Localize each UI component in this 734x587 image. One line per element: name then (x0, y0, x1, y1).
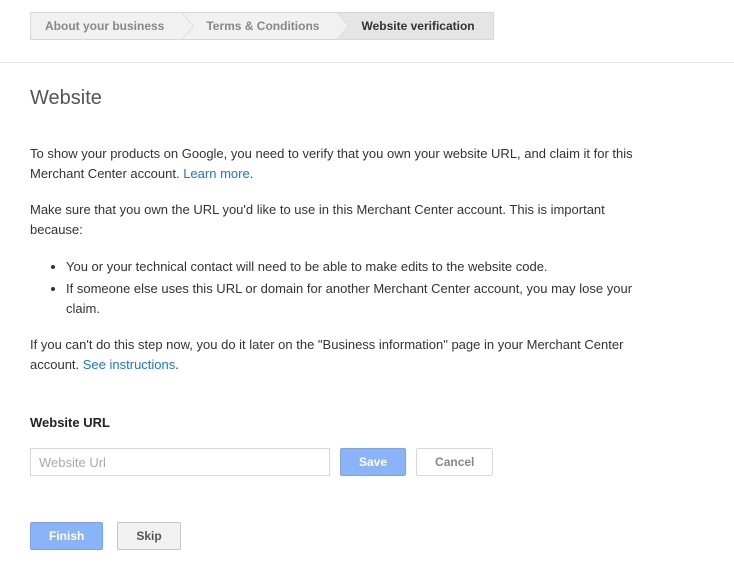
breadcrumb-step-business[interactable]: About your business (31, 13, 182, 39)
cancel-button[interactable]: Cancel (416, 448, 493, 476)
reasons-list: You or your technical contact will need … (66, 257, 650, 319)
website-url-label: Website URL (30, 415, 650, 430)
breadcrumb: About your business Terms & Conditions W… (30, 12, 494, 40)
intro-period: . (250, 166, 254, 181)
breadcrumb-step-terms[interactable]: Terms & Conditions (182, 13, 337, 39)
intro-text: To show your products on Google, you nee… (30, 146, 633, 181)
list-item: If someone else uses this URL or domain … (66, 279, 650, 319)
save-button[interactable]: Save (340, 448, 406, 476)
url-input-row: Save Cancel (30, 448, 650, 476)
content-area: Website To show your products on Google,… (0, 63, 680, 580)
ownership-paragraph: Make sure that you own the URL you'd lik… (30, 200, 650, 240)
later-period: . (175, 357, 179, 372)
list-item: You or your technical contact will need … (66, 257, 650, 277)
intro-paragraph: To show your products on Google, you nee… (30, 144, 650, 184)
finish-button[interactable]: Finish (30, 522, 103, 550)
page-title: Website (30, 87, 650, 110)
breadcrumb-step-verification[interactable]: Website verification (337, 13, 492, 39)
learn-more-link[interactable]: Learn more (183, 166, 249, 181)
website-url-input[interactable] (30, 448, 330, 476)
see-instructions-link[interactable]: See instructions (83, 357, 176, 372)
footer-buttons: Finish Skip (30, 522, 650, 550)
skip-button[interactable]: Skip (117, 522, 180, 550)
later-paragraph: If you can't do this step now, you do it… (30, 335, 650, 375)
